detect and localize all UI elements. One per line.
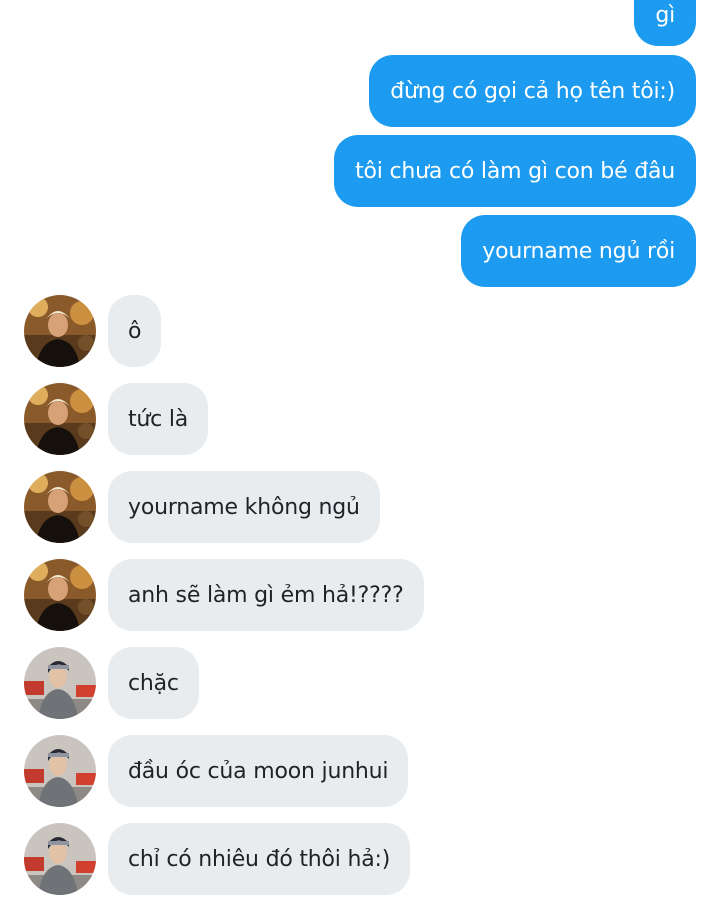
outgoing-message-bubble[interactable]: gì <box>634 0 696 46</box>
message-text: ô <box>128 318 142 344</box>
message-text: yourname ngủ rồi <box>482 238 675 264</box>
avatar-person-a[interactable] <box>24 383 96 455</box>
avatar-person-b-image <box>24 823 96 895</box>
message-text: đầu óc của moon junhui <box>128 758 389 784</box>
incoming-message-bubble[interactable]: chặc <box>108 647 199 719</box>
incoming-message-bubble[interactable]: ô <box>108 295 162 367</box>
avatar-person-b[interactable] <box>24 647 96 719</box>
message-text: yourname không ngủ <box>128 494 360 520</box>
incoming-message-bubble[interactable]: đầu óc của moon junhui <box>108 735 409 807</box>
avatar-person-b[interactable] <box>24 823 96 895</box>
outgoing-message-bubble[interactable]: tôi chưa có làm gì con bé đâu <box>334 135 696 207</box>
avatar-person-a-image <box>24 383 96 455</box>
avatar-person-a[interactable] <box>24 471 96 543</box>
message-text: chặc <box>128 670 179 696</box>
incoming-message-bubble[interactable]: yourname không ngủ <box>108 471 380 543</box>
message-text: anh sẽ làm gì ẻm hả!???? <box>128 582 404 608</box>
avatar-person-a[interactable] <box>24 559 96 631</box>
message-text: chỉ có nhiêu đó thôi hả:) <box>128 846 391 872</box>
avatar-person-b-image <box>24 735 96 807</box>
message-text: tôi chưa có làm gì con bé đâu <box>355 158 675 184</box>
outgoing-message-bubble[interactable]: yourname ngủ rồi <box>461 215 696 287</box>
avatar-person-a-image <box>24 559 96 631</box>
message-text: gì <box>655 3 675 28</box>
outgoing-message-bubble[interactable]: đừng có gọi cả họ tên tôi:) <box>369 55 696 127</box>
incoming-message-bubble[interactable]: chỉ có nhiêu đó thôi hả:) <box>108 823 411 895</box>
avatar-person-a[interactable] <box>24 295 96 367</box>
avatar-person-a-image <box>24 295 96 367</box>
incoming-message-bubble[interactable]: anh sẽ làm gì ẻm hả!???? <box>108 559 424 631</box>
message-text: tức là <box>128 406 189 432</box>
incoming-message-bubble[interactable]: tức là <box>108 383 209 455</box>
avatar-person-a-image <box>24 471 96 543</box>
chat-thread: gì đừng có gọi cả họ tên tôi:) tôi chưa … <box>0 0 720 907</box>
avatar-person-b[interactable] <box>24 735 96 807</box>
message-text: đừng có gọi cả họ tên tôi:) <box>390 78 675 104</box>
avatar-person-b-image <box>24 647 96 719</box>
